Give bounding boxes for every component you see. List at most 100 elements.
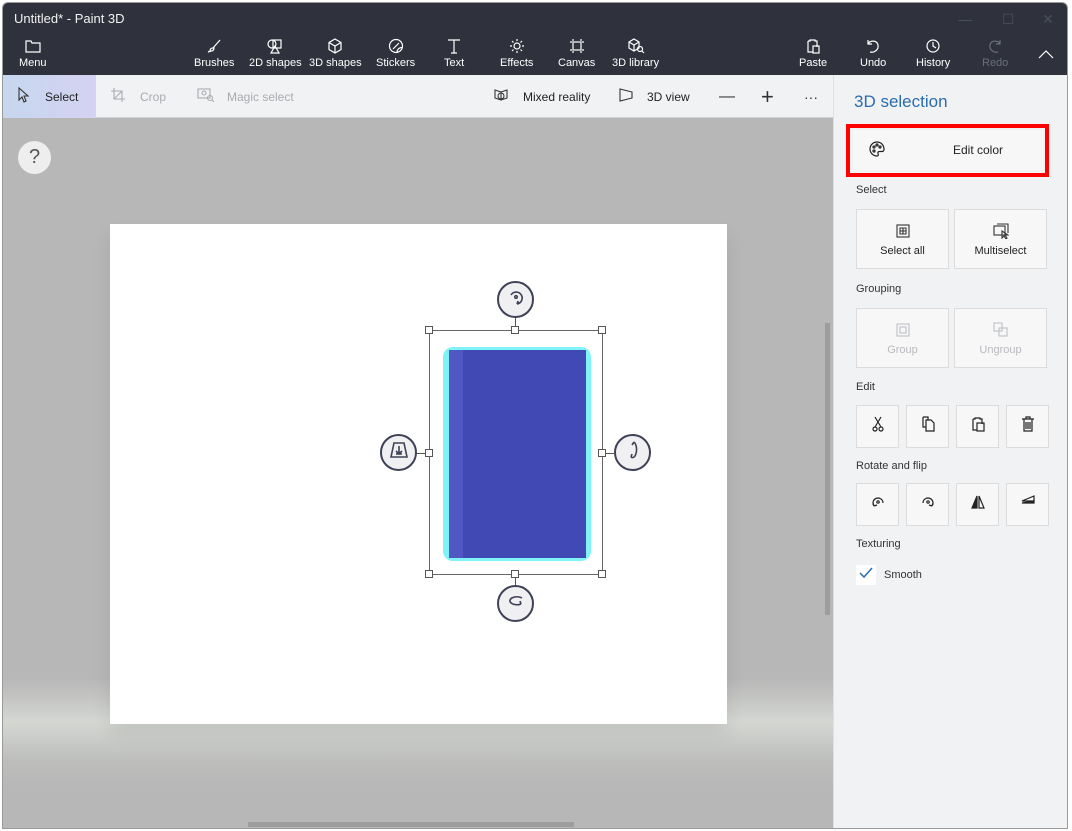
vertical-scrollbar[interactable] bbox=[825, 323, 830, 615]
scissors-icon bbox=[871, 416, 885, 437]
magic-select-tool[interactable]: Magic select bbox=[197, 75, 294, 118]
smooth-checkbox[interactable] bbox=[856, 565, 876, 585]
ribbon-canvas[interactable]: Canvas bbox=[558, 37, 595, 73]
resize-handle-right[interactable] bbox=[598, 449, 606, 457]
group-icon bbox=[895, 321, 910, 339]
ribbon-paste[interactable]: Paste bbox=[799, 37, 827, 73]
rotate-horizontal-icon bbox=[506, 593, 526, 614]
multiselect-icon bbox=[992, 222, 1009, 240]
select-all-button[interactable]: Select all bbox=[856, 209, 949, 269]
group-button[interactable]: Group bbox=[856, 308, 949, 368]
multiselect-button[interactable]: Multiselect bbox=[954, 209, 1047, 269]
title-bar: Untitled* - Paint 3D — ☐ ✕ Menu Brushes … bbox=[3, 3, 1067, 75]
magic-select-icon bbox=[197, 87, 215, 106]
flip-vertical-button[interactable] bbox=[1006, 483, 1049, 526]
text-icon bbox=[446, 37, 462, 54]
ribbon-3d-library[interactable]: 3D library bbox=[612, 37, 659, 73]
select-tool[interactable]: Select bbox=[3, 75, 96, 118]
section-rotate-flip-label: Rotate and flip bbox=[856, 460, 927, 472]
ribbon-brushes[interactable]: Brushes bbox=[194, 37, 234, 73]
rotate-right-button[interactable] bbox=[906, 483, 949, 526]
section-select-label: Select bbox=[856, 184, 887, 196]
depth-gizmo[interactable] bbox=[380, 434, 417, 471]
copy-button[interactable] bbox=[906, 405, 949, 448]
more-options-button[interactable]: ··· bbox=[804, 75, 818, 118]
flip-horizontal-button[interactable] bbox=[956, 483, 999, 526]
menu-button[interactable]: Menu bbox=[19, 37, 47, 73]
brush-icon bbox=[206, 37, 222, 54]
rotate-clockwise-icon bbox=[507, 288, 525, 311]
paste-icon bbox=[970, 416, 986, 437]
paste-icon bbox=[805, 37, 821, 54]
mixed-reality-icon bbox=[493, 87, 509, 106]
panel-title: 3D selection bbox=[854, 92, 948, 111]
depth-push-icon bbox=[389, 441, 409, 464]
select-all-icon bbox=[895, 222, 910, 240]
minimize-button[interactable]: — bbox=[945, 7, 985, 31]
resize-handle-left[interactable] bbox=[425, 449, 433, 457]
section-grouping-label: Grouping bbox=[856, 283, 902, 295]
crop-tool[interactable]: Crop bbox=[110, 75, 166, 118]
smooth-label: Smooth bbox=[884, 569, 922, 581]
ungroup-button[interactable]: Ungroup bbox=[954, 308, 1047, 368]
ribbon-history[interactable]: History bbox=[916, 37, 950, 73]
ribbon-redo[interactable]: Redo bbox=[982, 37, 1008, 73]
edit-color-button[interactable]: Edit color bbox=[853, 130, 1043, 170]
resize-handle-top-left[interactable] bbox=[425, 326, 433, 334]
section-texturing-label: Texturing bbox=[856, 538, 901, 550]
ribbon-2d-shapes[interactable]: 2D shapes bbox=[249, 37, 302, 73]
resize-handle-top-right[interactable] bbox=[598, 326, 606, 334]
canvas-icon bbox=[569, 37, 585, 54]
rotate-vertical-icon bbox=[625, 440, 641, 465]
ungroup-icon bbox=[992, 321, 1009, 339]
3d-view-button[interactable]: 3D view bbox=[618, 75, 690, 118]
3d-view-icon bbox=[618, 87, 634, 106]
zoom-out-button[interactable]: — bbox=[719, 75, 735, 118]
delete-button[interactable] bbox=[1006, 405, 1049, 448]
stickers-icon bbox=[388, 37, 404, 54]
rotate-x-gizmo[interactable] bbox=[497, 585, 534, 622]
2d-shapes-icon bbox=[266, 37, 284, 54]
ribbon-undo[interactable]: Undo bbox=[860, 37, 886, 73]
trash-icon bbox=[1021, 416, 1035, 437]
close-button[interactable]: ✕ bbox=[1028, 7, 1067, 31]
mixed-reality-button[interactable]: Mixed reality bbox=[493, 75, 590, 118]
paste-button[interactable] bbox=[956, 405, 999, 448]
resize-handle-bottom-right[interactable] bbox=[598, 570, 606, 578]
gizmo-stem-top bbox=[515, 317, 516, 326]
resize-handle-top[interactable] bbox=[511, 326, 519, 334]
rotate-y-gizmo[interactable] bbox=[614, 434, 651, 471]
section-edit-label: Edit bbox=[856, 381, 875, 393]
workspace[interactable]: ? bbox=[3, 118, 833, 828]
history-icon bbox=[925, 37, 941, 54]
rotate-z-gizmo[interactable] bbox=[497, 281, 534, 318]
effects-icon bbox=[509, 37, 525, 54]
window-title: Untitled* - Paint 3D bbox=[14, 11, 125, 26]
flip-horizontal-icon bbox=[970, 494, 986, 515]
selection-box bbox=[429, 330, 603, 575]
resize-handle-bottom[interactable] bbox=[511, 570, 519, 578]
maximize-button[interactable]: ☐ bbox=[988, 7, 1028, 31]
resize-handle-bottom-left[interactable] bbox=[425, 570, 433, 578]
help-button[interactable]: ? bbox=[18, 141, 51, 174]
ribbon-text[interactable]: Text bbox=[444, 37, 464, 73]
drawing-canvas[interactable] bbox=[110, 224, 727, 724]
ribbon-3d-shapes[interactable]: 3D shapes bbox=[309, 37, 362, 73]
cut-button[interactable] bbox=[856, 405, 899, 448]
zoom-in-button[interactable]: + bbox=[761, 75, 774, 118]
ribbon-effects[interactable]: Effects bbox=[500, 37, 533, 73]
folder-icon bbox=[25, 37, 41, 54]
rotate-left-button[interactable] bbox=[856, 483, 899, 526]
rotate-right-icon bbox=[920, 494, 936, 515]
copy-icon bbox=[921, 416, 935, 437]
undo-icon bbox=[865, 37, 881, 54]
palette-icon bbox=[869, 140, 885, 160]
flip-vertical-icon bbox=[1020, 494, 1036, 515]
rotate-left-icon bbox=[870, 494, 886, 515]
checkmark-icon bbox=[859, 566, 873, 584]
paint3d-window: Untitled* - Paint 3D — ☐ ✕ Menu Brushes … bbox=[2, 2, 1068, 829]
redo-icon bbox=[987, 37, 1003, 54]
horizontal-scrollbar[interactable] bbox=[248, 822, 574, 827]
chevron-up-icon bbox=[1038, 45, 1054, 62]
ribbon-stickers[interactable]: Stickers bbox=[376, 37, 415, 73]
